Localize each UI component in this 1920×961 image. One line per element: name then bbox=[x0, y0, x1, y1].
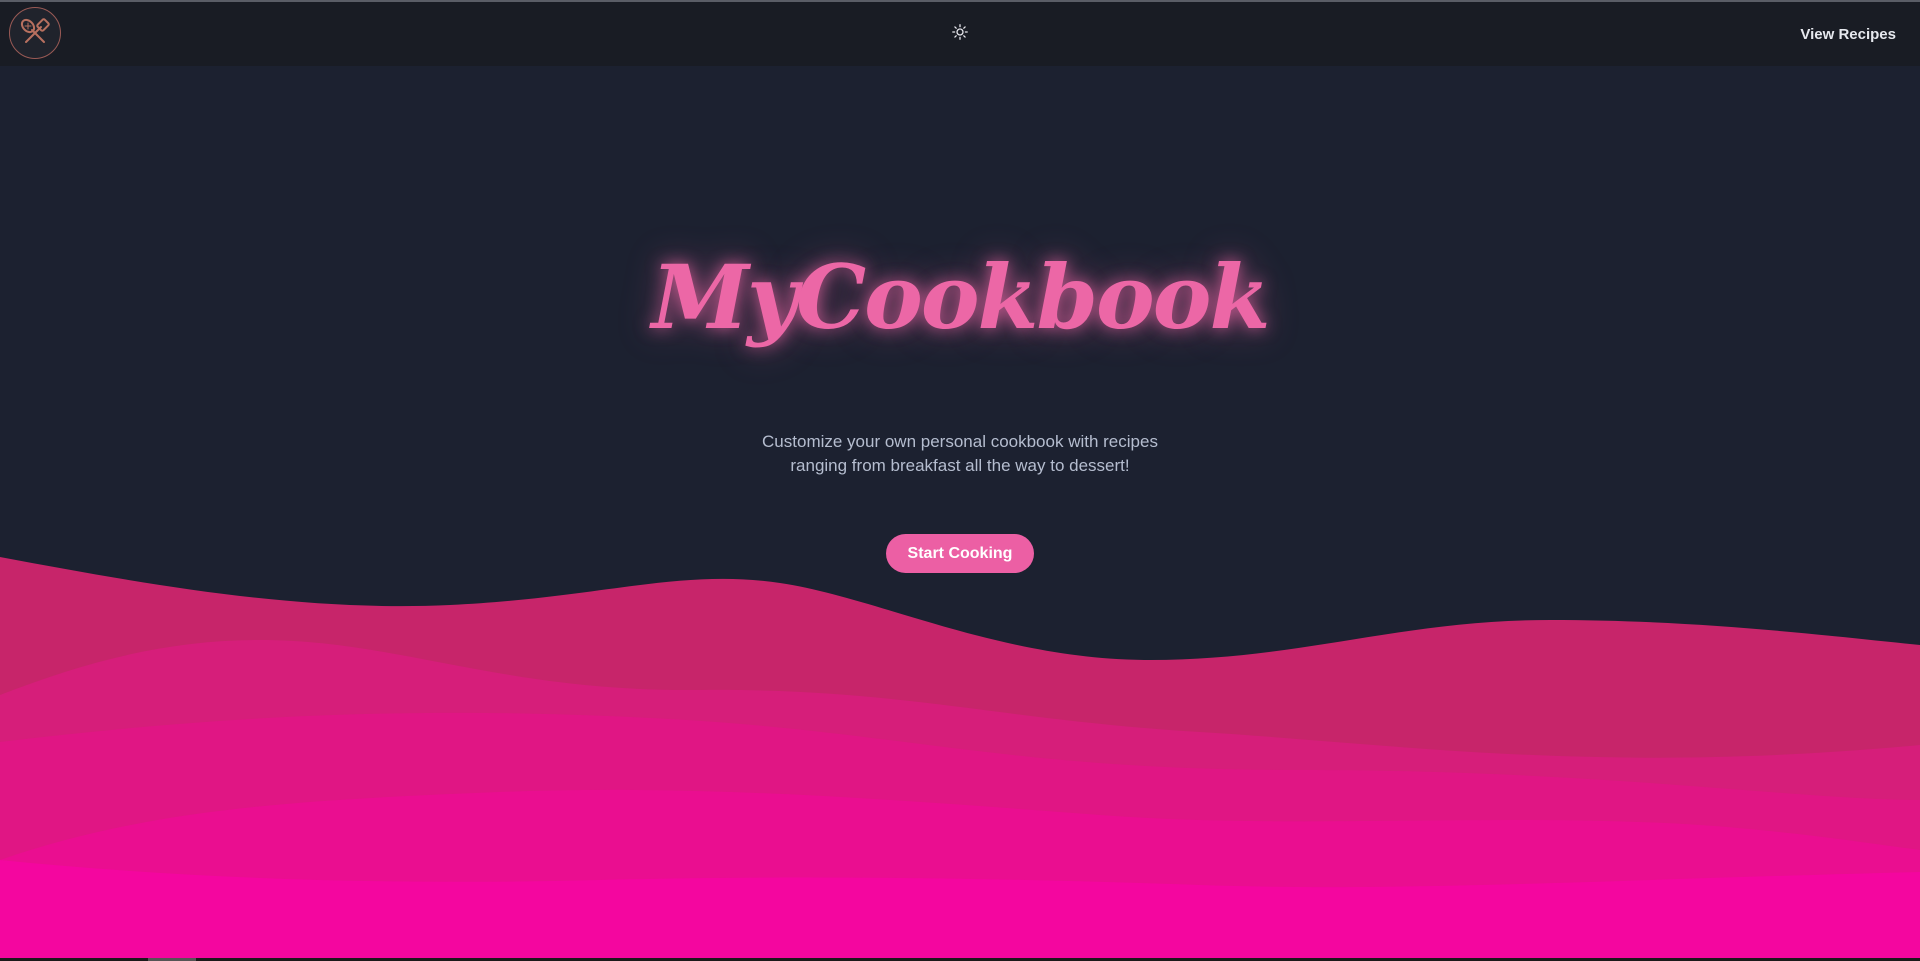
start-cooking-button[interactable]: Start Cooking bbox=[886, 534, 1034, 573]
decorative-waves bbox=[0, 557, 1920, 961]
landing-page: View Recipes MyCookbook Customize your o… bbox=[0, 0, 1920, 961]
